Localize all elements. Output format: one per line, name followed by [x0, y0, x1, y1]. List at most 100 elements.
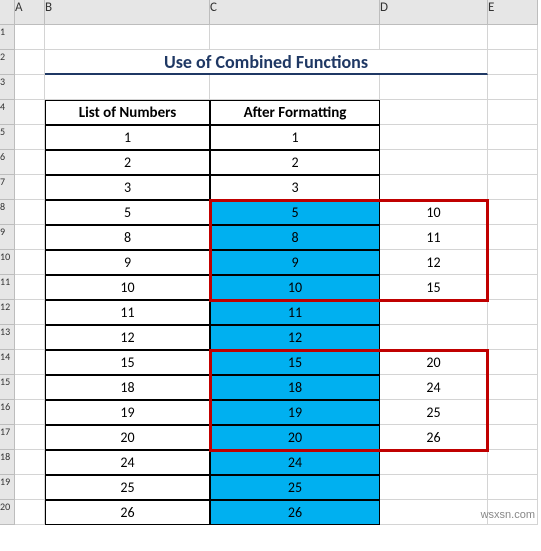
row-header[interactable]: 7: [0, 175, 15, 200]
table-cell-b[interactable]: 12: [45, 325, 210, 350]
table-cell-d[interactable]: [380, 175, 488, 200]
table-cell-c[interactable]: 1: [210, 125, 380, 150]
col-header-E[interactable]: E: [488, 0, 538, 25]
table-cell-b[interactable]: 24: [45, 450, 210, 475]
row-header[interactable]: 2: [0, 50, 15, 75]
spreadsheet-grid[interactable]: A B C D E 1 2 Use of Combined Functions …: [0, 0, 541, 525]
table-cell-b[interactable]: 11: [45, 300, 210, 325]
row-header[interactable]: 19: [0, 475, 15, 500]
table-cell-d[interactable]: 24: [380, 375, 488, 400]
row-header[interactable]: 13: [0, 325, 15, 350]
cell[interactable]: [488, 475, 538, 500]
row-header[interactable]: 1: [0, 25, 15, 50]
cell[interactable]: [488, 275, 538, 300]
col-header-B[interactable]: B: [45, 0, 210, 25]
cell[interactable]: [15, 375, 45, 400]
cell[interactable]: [488, 400, 538, 425]
select-all-corner[interactable]: [0, 0, 15, 25]
table-cell-c[interactable]: 12: [210, 325, 380, 350]
row-header[interactable]: 17: [0, 425, 15, 450]
table-cell-b[interactable]: 18: [45, 375, 210, 400]
cell[interactable]: [210, 25, 380, 50]
table-cell-c[interactable]: 10: [210, 275, 380, 300]
table-cell-d[interactable]: 20: [380, 350, 488, 375]
cell[interactable]: [15, 25, 45, 50]
table-cell-c[interactable]: 5: [210, 200, 380, 225]
table-cell-c[interactable]: 26: [210, 500, 380, 525]
table-cell-b[interactable]: 20: [45, 425, 210, 450]
table-cell-d[interactable]: [380, 500, 488, 525]
cell[interactable]: [15, 450, 45, 475]
table-cell-c[interactable]: 20: [210, 425, 380, 450]
cell[interactable]: [488, 350, 538, 375]
table-cell-c[interactable]: 19: [210, 400, 380, 425]
cell[interactable]: [15, 350, 45, 375]
cell[interactable]: [488, 175, 538, 200]
cell[interactable]: [488, 250, 538, 275]
cell[interactable]: [15, 250, 45, 275]
cell[interactable]: [488, 325, 538, 350]
cell[interactable]: [15, 400, 45, 425]
cell[interactable]: [210, 75, 380, 100]
row-header[interactable]: 20: [0, 500, 15, 525]
table-cell-d[interactable]: 10: [380, 200, 488, 225]
table-header-b[interactable]: List of Numbers: [45, 100, 210, 125]
row-header[interactable]: 11: [0, 275, 15, 300]
table-cell-b[interactable]: 9: [45, 250, 210, 275]
table-cell-d[interactable]: [380, 125, 488, 150]
table-cell-c[interactable]: 8: [210, 225, 380, 250]
table-cell-d[interactable]: 26: [380, 425, 488, 450]
cell[interactable]: [15, 475, 45, 500]
cell[interactable]: [488, 425, 538, 450]
row-header[interactable]: 4: [0, 100, 15, 125]
cell[interactable]: [488, 75, 538, 100]
table-cell-c[interactable]: 25: [210, 475, 380, 500]
cell[interactable]: [15, 500, 45, 525]
table-cell-b[interactable]: 1: [45, 125, 210, 150]
table-cell-c[interactable]: 18: [210, 375, 380, 400]
cell[interactable]: [15, 100, 45, 125]
cell[interactable]: [380, 75, 488, 100]
cell[interactable]: [488, 125, 538, 150]
cell[interactable]: [15, 300, 45, 325]
row-header[interactable]: 15: [0, 375, 15, 400]
table-cell-c[interactable]: 3: [210, 175, 380, 200]
row-header[interactable]: 14: [0, 350, 15, 375]
cell[interactable]: [380, 25, 488, 50]
table-cell-d[interactable]: [380, 300, 488, 325]
row-header[interactable]: 3: [0, 75, 15, 100]
cell[interactable]: [488, 200, 538, 225]
row-header[interactable]: 5: [0, 125, 15, 150]
col-header-A[interactable]: A: [15, 0, 45, 25]
cell[interactable]: [15, 125, 45, 150]
cell[interactable]: [45, 25, 210, 50]
table-cell-b[interactable]: 25: [45, 475, 210, 500]
cell[interactable]: [15, 325, 45, 350]
cell[interactable]: [15, 50, 45, 75]
row-header[interactable]: 18: [0, 450, 15, 475]
table-cell-d[interactable]: [380, 475, 488, 500]
row-header[interactable]: 16: [0, 400, 15, 425]
cell[interactable]: [15, 175, 45, 200]
cell[interactable]: [15, 275, 45, 300]
table-cell-b[interactable]: 19: [45, 400, 210, 425]
table-cell-d[interactable]: 11: [380, 225, 488, 250]
cell[interactable]: [380, 100, 488, 125]
table-cell-b[interactable]: 10: [45, 275, 210, 300]
table-header-c[interactable]: After Formatting: [210, 100, 380, 125]
row-header[interactable]: 10: [0, 250, 15, 275]
cell[interactable]: [15, 425, 45, 450]
cell[interactable]: [488, 25, 538, 50]
table-cell-b[interactable]: 3: [45, 175, 210, 200]
cell[interactable]: [15, 225, 45, 250]
row-header[interactable]: 12: [0, 300, 15, 325]
cell[interactable]: [488, 100, 538, 125]
table-cell-c[interactable]: 9: [210, 250, 380, 275]
col-header-C[interactable]: C: [210, 0, 380, 25]
row-header[interactable]: 6: [0, 150, 15, 175]
col-header-D[interactable]: D: [380, 0, 488, 25]
cell[interactable]: [15, 200, 45, 225]
cell[interactable]: [45, 75, 210, 100]
table-cell-d[interactable]: [380, 150, 488, 175]
cell[interactable]: [488, 450, 538, 475]
